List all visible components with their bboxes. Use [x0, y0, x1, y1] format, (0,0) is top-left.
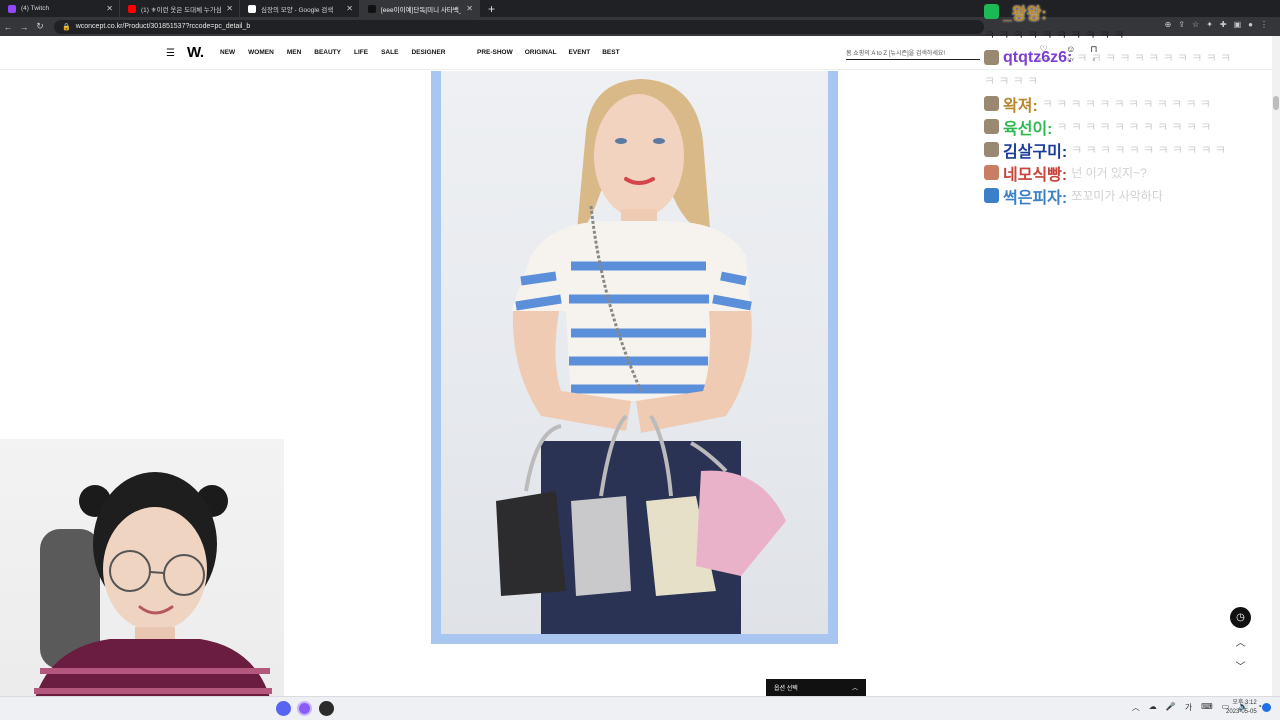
browser-tab[interactable]: 심장의 모양 - Google 검색 ✕	[240, 0, 360, 17]
webcam-overlay	[0, 439, 284, 720]
streaming-app-icon[interactable]	[297, 701, 312, 716]
page-scrollbar-thumb[interactable]	[1273, 96, 1279, 110]
chat-text: ㅋ ㅋ ㅋ ㅋ	[984, 74, 1039, 88]
chat-message: 육선이: ㅋ ㅋ ㅋ ㅋ ㅋ ㅋ ㅋ ㅋ ㅋ ㅋ ㅋ	[984, 115, 1280, 138]
tab-close-icon[interactable]: ✕	[346, 4, 353, 13]
chat-message: 김살구미: ㅋ ㅋ ㅋ ㅋ ㅋ ㅋ ㅋ ㅋ ㅋ ㅋ ㅋ	[984, 138, 1280, 161]
nav-item-women[interactable]: WOMEN	[248, 49, 274, 56]
chat-message: qtqtz6z6: ㅋ ㅋ ㅋ ㅋ ㅋ ㅋ ㅋ ㅋ ㅋ ㅋ ㅋ	[984, 46, 1280, 69]
product-image	[441, 71, 828, 634]
nav-item-life[interactable]: LIFE	[354, 49, 368, 56]
chat-text: ㅋ ㅋ ㅋ ㅋ ㅋ ㅋ ㅋ ㅋ ㅋ ㅋ ㅋ	[1071, 143, 1226, 157]
chat-text: 넌 이거 있지~?	[1071, 166, 1147, 180]
tab-title: (1) ⚜이런 옷은 도대체 누가삼?	[141, 6, 222, 14]
tab-favicon-icon	[8, 4, 16, 13]
lock-icon: 🔒	[62, 23, 71, 31]
chat-avatar-icon	[984, 119, 999, 134]
notification-icon[interactable]	[1262, 703, 1271, 712]
nav-item-sale[interactable]: SALE	[381, 49, 398, 56]
tab-title: 심장의 모양 - Google 검색	[261, 6, 334, 14]
tab-close-icon[interactable]: ✕	[106, 4, 113, 13]
chevron-up-icon: ︿	[851, 686, 858, 692]
browser-tab[interactable]: (1) ⚜이런 옷은 도대체 누가삼? ✕	[120, 0, 240, 17]
stream-chat-overlay: _왕왕: ㅋ ㅋ ㅋ ㅋ ㅋ ㅋ ㅋ ㅋ ㅋ ㅋㅋㅋ ㅋ ㅋ ㅋ ㅋ ㅋ ㅋ ㅋ …	[984, 0, 1280, 207]
tab-favicon-icon	[368, 4, 376, 13]
chat-message: ㅋ ㅋ ㅋ ㅋ	[984, 69, 1280, 92]
chat-text: ㅋ ㅋ ㅋ ㅋ ㅋ ㅋ ㅋ ㅋ ㅋ ㅋ	[984, 28, 1125, 42]
tab-title: [eee이이예]단독[미니 사타백_d	[381, 6, 462, 14]
chat-username[interactable]: _왕왕:	[1003, 0, 1047, 24]
chat-text: ㅋ ㅋ ㅋ ㅋ ㅋ ㅋ ㅋ ㅋ ㅋ ㅋㅋ	[1050, 5, 1203, 19]
chat-username[interactable]: 왁져:	[1003, 92, 1038, 116]
network-icon[interactable]: ☁	[1149, 702, 1157, 713]
back-icon[interactable]: ←	[0, 22, 16, 32]
taskbar-clock[interactable]: 오후 3:12 2023-05-05	[1226, 699, 1257, 717]
chat-text: ㅋ ㅋ ㅋ ㅋ ㅋ ㅋ ㅋ ㅋ ㅋ ㅋ ㅋ ㅋ	[1041, 97, 1211, 111]
chat-avatar-icon	[984, 188, 999, 203]
tab-favicon-icon	[128, 4, 136, 13]
site-logo[interactable]: W.	[187, 44, 204, 61]
subnav-item-best[interactable]: BEST	[602, 49, 619, 56]
chat-username[interactable]: qtqtz6z6:	[1003, 49, 1072, 67]
clock-date: 2023-05-05	[1226, 709, 1257, 715]
nav-item-new[interactable]: NEW	[220, 49, 235, 56]
mic-icon[interactable]: 🎤	[1166, 702, 1176, 713]
chat-username[interactable]: 썩은피자:	[1003, 184, 1067, 208]
chat-avatar-icon	[984, 142, 999, 157]
chat-avatar-icon	[984, 96, 999, 111]
url-field[interactable]: 🔒 wconcept.co.kr/Product/301851537?rccod…	[54, 19, 984, 34]
option-select-label: 옵션 선택	[774, 686, 798, 692]
clock-time: 오후 3:12	[1232, 700, 1257, 706]
recent-history-icon[interactable]: ◷	[1230, 607, 1251, 628]
chat-avatar-icon	[984, 165, 999, 180]
page-scrollbar[interactable]	[1272, 36, 1280, 696]
main-nav: NEW WOMEN MEN BEAUTY LIFE SALE DESIGNER	[220, 49, 458, 56]
nav-item-beauty[interactable]: BEAUTY	[314, 49, 341, 56]
sub-nav: PRE-SHOW ORIGINAL EVENT BEST	[477, 49, 632, 56]
chat-avatar-icon	[984, 50, 999, 65]
chat-text: 쪼꼬미가 사악하다	[1071, 189, 1163, 203]
chat-username[interactable]: 네모식빵:	[1003, 161, 1067, 185]
browser-tab[interactable]: (4) Twitch ✕	[0, 0, 120, 17]
tab-favicon-icon	[248, 4, 256, 13]
hamburger-menu-icon[interactable]: ☰	[166, 48, 175, 59]
scroll-down-icon[interactable]: ﹀	[1230, 655, 1251, 676]
obs-icon[interactable]	[319, 701, 334, 716]
subnav-item-pre-show[interactable]: PRE-SHOW	[477, 49, 513, 56]
chat-avatar-icon	[984, 4, 999, 19]
nav-item-men[interactable]: MEN	[287, 49, 301, 56]
forward-icon[interactable]: →	[16, 22, 32, 32]
chat-username[interactable]: 육선이:	[1003, 115, 1053, 139]
option-select-bar[interactable]: 옵션 선택 ︿	[766, 679, 866, 696]
nav-item-designer[interactable]: DESIGNER	[411, 49, 445, 56]
subnav-item-original[interactable]: ORIGINAL	[525, 49, 557, 56]
reload-icon[interactable]: ↻	[32, 21, 48, 32]
tray-expand-icon[interactable]: ︿	[1132, 702, 1140, 713]
os-taskbar: ︿ ☁ 🎤 가 ⌨ ▭ 🔊 ◔ 오후 3:12 2023-05-05	[0, 696, 1280, 720]
tab-close-icon[interactable]: ✕	[226, 4, 233, 13]
chat-message: 썩은피자: 쪼꼬미가 사악하다	[984, 184, 1280, 207]
browser-tab[interactable]: [eee이이예]단독[미니 사타백_d ✕	[360, 0, 480, 17]
search-input[interactable]: 봄 쇼핑의 A to Z [뉴시즌]을 검색하세요!	[846, 46, 980, 60]
chat-message: ㅋ ㅋ ㅋ ㅋ ㅋ ㅋ ㅋ ㅋ ㅋ ㅋ	[984, 23, 1280, 46]
chat-text: ㅋ ㅋ ㅋ ㅋ ㅋ ㅋ ㅋ ㅋ ㅋ ㅋ ㅋ	[1076, 51, 1232, 65]
ime-icon[interactable]: 가	[1185, 702, 1192, 713]
url-text: wconcept.co.kr/Product/301851537?rccode=…	[75, 23, 251, 30]
chat-text: ㅋ ㅋ ㅋ ㅋ ㅋ ㅋ ㅋ ㅋ ㅋ ㅋ ㅋ	[1056, 120, 1212, 134]
subnav-item-event[interactable]: EVENT	[569, 49, 591, 56]
chat-message: 왁져: ㅋ ㅋ ㅋ ㅋ ㅋ ㅋ ㅋ ㅋ ㅋ ㅋ ㅋ ㅋ	[984, 92, 1280, 115]
chat-username[interactable]: 김살구미:	[1003, 138, 1067, 162]
product-image-frame	[431, 71, 838, 644]
tab-title: (4) Twitch	[21, 5, 50, 12]
new-tab-button[interactable]: +	[488, 2, 495, 16]
tab-close-icon[interactable]: ✕	[466, 4, 473, 13]
discord-icon[interactable]	[276, 701, 291, 716]
chat-message: _왕왕: ㅋ ㅋ ㅋ ㅋ ㅋ ㅋ ㅋ ㅋ ㅋ ㅋㅋ	[984, 0, 1280, 23]
keyboard-icon[interactable]: ⌨	[1201, 702, 1213, 713]
chat-message: 네모식빵: 넌 이거 있지~?	[984, 161, 1280, 184]
scroll-up-icon[interactable]: ︿	[1230, 631, 1251, 652]
